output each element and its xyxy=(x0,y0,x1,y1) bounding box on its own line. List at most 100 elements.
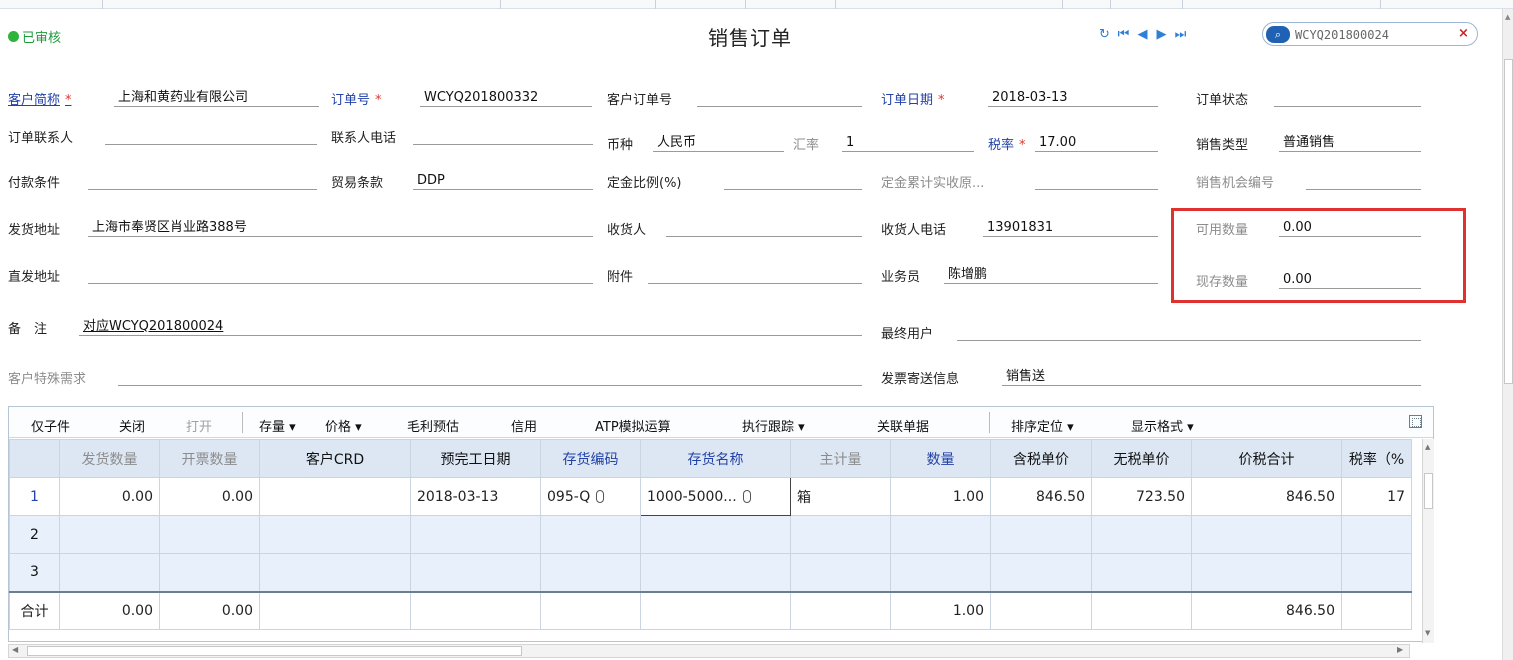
table-cell[interactable] xyxy=(790,515,891,554)
table-cell[interactable] xyxy=(1191,553,1342,592)
table-cell[interactable] xyxy=(640,515,791,554)
paperclip-icon[interactable] xyxy=(742,489,751,503)
table-cell[interactable] xyxy=(790,553,891,592)
page-scrollbar[interactable]: ▲ xyxy=(1502,9,1513,660)
scroll-up-icon[interactable]: ▲ xyxy=(1505,13,1510,21)
table-cell[interactable]: 846.50 xyxy=(1191,477,1342,516)
table-cell[interactable]: 723.50 xyxy=(1091,477,1192,516)
col-header[interactable]: 存货名称 xyxy=(640,439,791,478)
cust-order-no-field[interactable] xyxy=(697,89,862,107)
search-icon[interactable]: ⌕ xyxy=(1266,26,1290,43)
salesman-field[interactable]: 陈增鹏 xyxy=(944,266,1158,284)
row-number[interactable]: 2 xyxy=(9,515,60,554)
table-cell[interactable] xyxy=(159,553,260,592)
sales-type-field[interactable]: 普通销售 xyxy=(1279,134,1421,152)
table-cell[interactable] xyxy=(59,553,160,592)
next-record-icon[interactable]: ▶ xyxy=(1152,27,1171,43)
scroll-up-icon[interactable]: ▲ xyxy=(1425,443,1430,451)
refresh-icon[interactable]: ↻ xyxy=(1095,27,1114,43)
col-header[interactable]: 开票数量 xyxy=(159,439,260,478)
order-date-field[interactable]: 2018-03-13 xyxy=(988,89,1158,107)
table-cell[interactable]: 1000-5000... xyxy=(640,477,791,516)
col-header[interactable]: 客户CRD xyxy=(259,439,411,478)
col-header[interactable]: 含税单价 xyxy=(990,439,1092,478)
contact-field[interactable] xyxy=(105,127,317,145)
col-header[interactable]: 存货编码 xyxy=(540,439,641,478)
row-number[interactable]: 3 xyxy=(9,553,60,592)
table-cell[interactable] xyxy=(540,553,641,592)
format-dropdown[interactable]: 显示格式 ▾ xyxy=(1131,416,1194,435)
order-no-field[interactable]: WCYQ201800332 xyxy=(420,89,592,107)
contact-phone-field[interactable] xyxy=(413,127,593,145)
table-cell[interactable] xyxy=(59,515,160,554)
table-cell[interactable] xyxy=(1341,515,1412,554)
customer-label[interactable]: 客户简称 * xyxy=(8,89,77,108)
sort-dropdown[interactable]: 排序定位 ▾ xyxy=(1011,416,1074,435)
customer-field[interactable]: 上海和黄药业有限公司 xyxy=(114,89,319,107)
tax-field[interactable]: 17.00 xyxy=(1035,134,1158,152)
open-button[interactable]: 打开 xyxy=(186,416,212,435)
stock-dropdown[interactable]: 存量 ▾ xyxy=(259,416,296,435)
receiver-phone-field[interactable]: 13901831 xyxy=(983,219,1158,237)
table-cell[interactable]: 2018-03-13 xyxy=(410,477,541,516)
remark-field[interactable]: 对应WCYQ201800024 xyxy=(79,318,862,336)
table-cell[interactable]: 846.50 xyxy=(990,477,1092,516)
table-cell[interactable] xyxy=(1341,553,1412,592)
scroll-thumb[interactable] xyxy=(1504,59,1513,384)
receiver-field[interactable] xyxy=(666,219,862,237)
grid-scrollbar[interactable]: ▲ ▼ xyxy=(1422,439,1434,643)
scroll-thumb[interactable] xyxy=(27,646,522,656)
table-cell[interactable]: 095-Q xyxy=(540,477,641,516)
table-cell[interactable] xyxy=(990,553,1092,592)
payment-field[interactable] xyxy=(88,172,317,190)
table-cell[interactable] xyxy=(410,515,541,554)
table-row[interactable]: 3 xyxy=(9,553,1412,592)
table-cell[interactable]: 17 xyxy=(1341,477,1412,516)
track-dropdown[interactable]: 执行跟踪 ▾ xyxy=(742,416,805,435)
order-status-field[interactable] xyxy=(1274,89,1421,107)
expand-icon[interactable] xyxy=(1409,415,1422,428)
table-cell[interactable]: 0.00 xyxy=(159,477,260,516)
related-button[interactable]: 关联单据 xyxy=(877,416,929,435)
col-header[interactable]: 主计量 xyxy=(790,439,891,478)
atp-button[interactable]: ATP模拟运算 xyxy=(595,416,671,435)
col-header[interactable]: 发货数量 xyxy=(59,439,160,478)
deposit-total-field[interactable] xyxy=(1035,172,1158,190)
table-cell[interactable] xyxy=(259,515,411,554)
search-input[interactable] xyxy=(1293,26,1453,43)
col-header[interactable]: 价税合计 xyxy=(1191,439,1342,478)
table-cell[interactable] xyxy=(159,515,260,554)
trade-field[interactable]: DDP xyxy=(413,172,593,190)
clear-icon[interactable]: × xyxy=(1458,26,1469,41)
scroll-thumb[interactable] xyxy=(1424,473,1433,509)
last-record-icon[interactable]: ⏭ xyxy=(1171,27,1190,43)
rate-field[interactable]: 1 xyxy=(842,134,974,152)
table-cell[interactable] xyxy=(259,553,411,592)
deposit-field[interactable] xyxy=(724,172,862,190)
end-user-field[interactable] xyxy=(957,323,1421,341)
table-cell[interactable] xyxy=(540,515,641,554)
table-cell[interactable] xyxy=(410,553,541,592)
paperclip-icon[interactable] xyxy=(596,489,605,503)
table-row[interactable]: 1 0.00 0.00 2018-03-13 095-Q 1000-5000..… xyxy=(9,477,1412,516)
scroll-left-icon[interactable]: ◀ xyxy=(12,645,18,654)
col-header[interactable]: 税率（% xyxy=(1341,439,1412,478)
col-header[interactable]: 无税单价 xyxy=(1091,439,1192,478)
col-header[interactable]: 预完工日期 xyxy=(410,439,541,478)
table-cell[interactable] xyxy=(890,515,991,554)
currency-field[interactable]: 人民币 xyxy=(653,134,784,152)
table-cell[interactable]: 0.00 xyxy=(59,477,160,516)
opportunity-field[interactable] xyxy=(1306,172,1421,190)
ship-addr-field[interactable]: 上海市奉贤区肖业路388号 xyxy=(88,219,593,237)
table-cell[interactable] xyxy=(1191,515,1342,554)
scroll-down-icon[interactable]: ▼ xyxy=(1425,629,1430,637)
scroll-right-icon[interactable]: ▶ xyxy=(1397,645,1403,654)
child-button[interactable]: 仅子件 xyxy=(31,416,70,435)
direct-addr-field[interactable] xyxy=(88,266,593,284)
table-cell[interactable]: 1.00 xyxy=(890,477,991,516)
first-record-icon[interactable]: ⏮ xyxy=(1114,27,1133,43)
table-cell[interactable]: 箱 xyxy=(790,477,891,516)
table-cell[interactable] xyxy=(1091,515,1192,554)
table-cell[interactable] xyxy=(259,477,411,516)
table-cell[interactable] xyxy=(890,553,991,592)
